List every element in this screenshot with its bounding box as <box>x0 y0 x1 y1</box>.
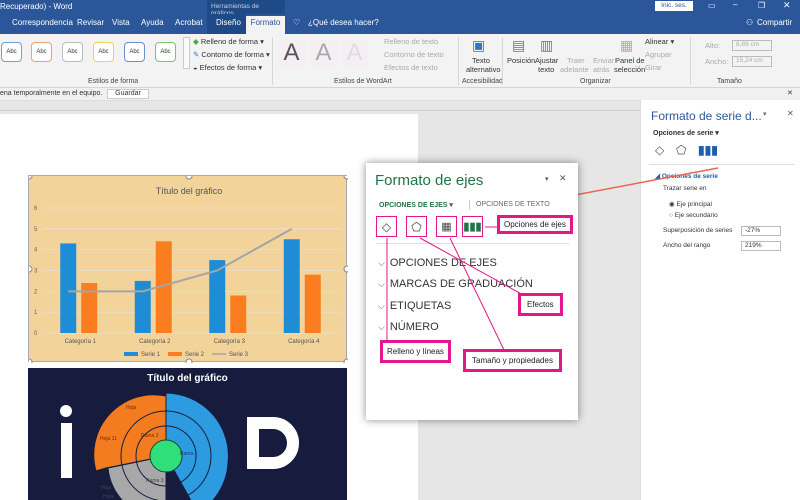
callout-line-size <box>449 237 506 353</box>
callout-effects: Efectos <box>518 293 563 316</box>
callout-lines <box>386 226 526 353</box>
callout-fill-lines: Relleno y líneas <box>380 340 451 363</box>
callout-line-effects <box>419 237 526 297</box>
callout-axis-options: Opciones de ejes <box>497 215 573 234</box>
callout-size-properties: Tamaño y propiedades <box>463 349 562 372</box>
